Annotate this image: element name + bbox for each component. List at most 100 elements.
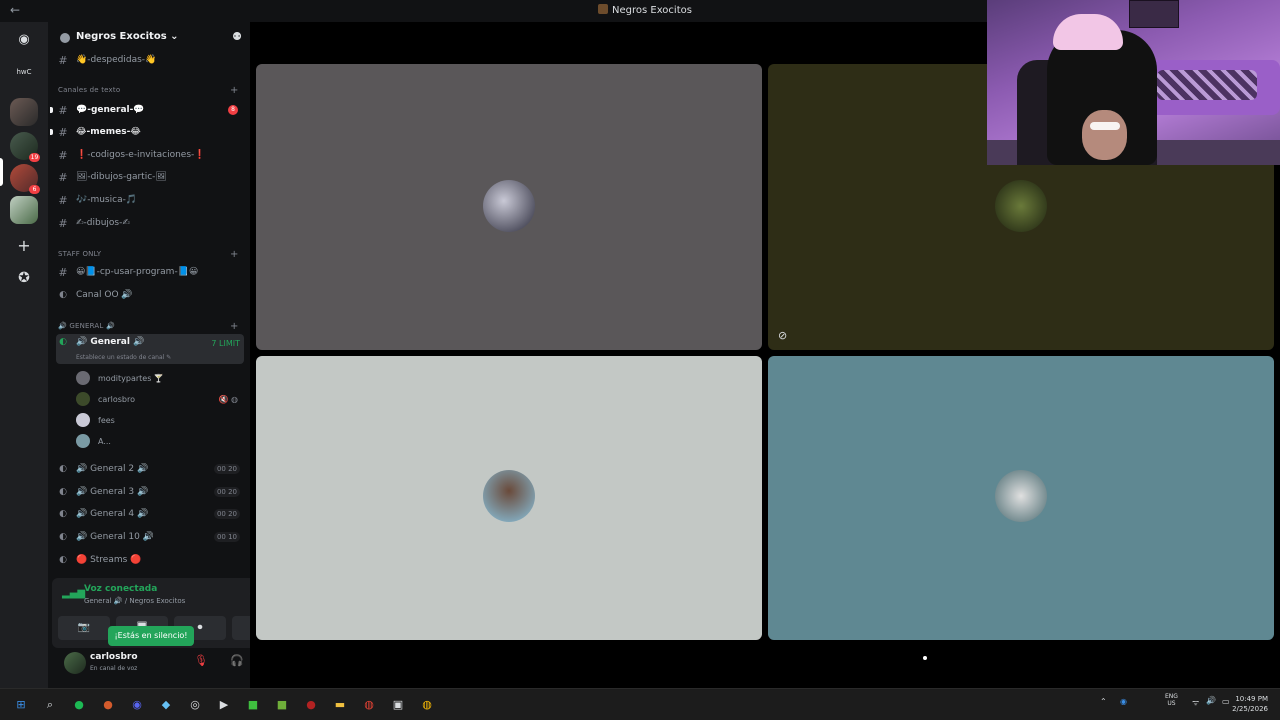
- add-channel-icon[interactable]: +: [230, 85, 239, 96]
- guild-header[interactable]: Negros Exocitos ⌄ ⚉: [48, 28, 250, 48]
- steam-icon[interactable]: ◆: [157, 696, 175, 714]
- discord-icon[interactable]: ◉: [128, 696, 146, 714]
- app-orange-icon[interactable]: ●: [99, 696, 117, 714]
- user-limit-badge: 00 10: [213, 532, 240, 542]
- category-text-channels[interactable]: Canales de texto +: [58, 85, 238, 96]
- explore-servers-icon[interactable]: ✪: [10, 264, 38, 292]
- channel-cp-usar-program[interactable]: # 😀📘-cp-usar-program-📘😀: [56, 262, 244, 282]
- tray-app-icon[interactable]: ◉: [1120, 697, 1127, 706]
- headset-deafened-icon[interactable]: 🎧: [230, 654, 244, 667]
- battery-icon[interactable]: ▭: [1222, 697, 1230, 706]
- user-avatar[interactable]: [64, 652, 86, 674]
- voice-connected-title: Voz conectada: [84, 584, 158, 594]
- volume-icon[interactable]: 🔊: [1206, 696, 1216, 705]
- speaker-icon: ◐: [59, 532, 67, 542]
- spotify-icon[interactable]: ●: [70, 696, 88, 714]
- channel-label: 💬-general-💬: [76, 105, 145, 115]
- category-label: Canales de texto: [58, 86, 121, 94]
- server-avatar-4[interactable]: [10, 196, 38, 224]
- category-staff-only[interactable]: STAFF ONLY +: [58, 249, 238, 260]
- channel-despedidas[interactable]: # 👋-despedidas-👋: [56, 50, 244, 70]
- media-icon[interactable]: ▶: [215, 696, 233, 714]
- channel-codigos[interactable]: # ❗-codigos-e-invitaciones-❗: [56, 145, 244, 165]
- wifi-icon[interactable]: ᯤ: [1192, 697, 1199, 708]
- minecraft-icon[interactable]: ■: [273, 696, 291, 714]
- invite-people-icon[interactable]: ⚉: [232, 30, 242, 43]
- channel-label: 🔊 General 10 🔊: [76, 532, 154, 542]
- voice-user[interactable]: carlosbro 🔇 ◍: [76, 389, 244, 409]
- hash-icon: #: [58, 53, 68, 67]
- voice-user[interactable]: moditypartes 🍸: [76, 368, 244, 388]
- clock-date: 2/25/2026: [1232, 705, 1268, 713]
- chrome-2-icon[interactable]: ◍: [418, 696, 436, 714]
- add-channel-icon[interactable]: +: [230, 321, 239, 332]
- terminal-icon[interactable]: ▣: [389, 696, 407, 714]
- tray-overflow-icon[interactable]: ⌃: [1100, 697, 1107, 706]
- search-icon[interactable]: ⌕: [41, 696, 59, 714]
- server-avatar-1[interactable]: [10, 98, 38, 126]
- clock[interactable]: 10:49 PM 2/25/2026: [1232, 694, 1268, 714]
- channel-label: 😀📘-cp-usar-program-📘😀: [76, 267, 199, 277]
- voice-user[interactable]: fees: [76, 410, 244, 430]
- participant-tile[interactable]: [256, 64, 762, 350]
- voice-user-name: fees: [98, 415, 115, 425]
- channel-general-text[interactable]: # 💬-general-💬 8: [50, 100, 244, 120]
- add-channel-icon[interactable]: +: [230, 249, 239, 260]
- voice-channel-general-2[interactable]: ◐ 🔊 General 2 🔊 00 20: [56, 459, 244, 479]
- voice-channel-general-3[interactable]: ◐ 🔊 General 3 🔊 00 20: [56, 482, 244, 502]
- selected-pill: [0, 158, 3, 186]
- voice-channel-general-10[interactable]: ◐ 🔊 General 10 🔊 00 10: [56, 527, 244, 547]
- language-indicator[interactable]: ENG US: [1165, 693, 1178, 707]
- participant-tile[interactable]: [256, 356, 762, 640]
- channel-memes[interactable]: # 😂-memes-😂: [50, 122, 244, 142]
- speaker-icon: ◐: [59, 555, 67, 565]
- avatar: [76, 434, 90, 448]
- channel-label: 🎶-musica-🎵: [76, 195, 138, 205]
- red-app-icon[interactable]: ●: [302, 696, 320, 714]
- green-app-icon[interactable]: ■: [244, 696, 262, 714]
- channel-label: 👋-despedidas-👋: [76, 55, 157, 65]
- user-name[interactable]: carlosbro: [90, 652, 138, 662]
- voice-connected-subtitle[interactable]: General 🔊 / Negros Exocitos: [84, 597, 185, 605]
- server-avatar-3[interactable]: 6: [10, 164, 40, 194]
- voice-channel-canal-oo[interactable]: ◐ Canal OO 🔊: [56, 285, 244, 305]
- muted-deafened-icon: 🔇 ◍: [218, 394, 238, 404]
- hash-icon: #: [58, 216, 68, 230]
- channel-musica[interactable]: # 🎶-musica-🎵: [56, 190, 244, 210]
- guild-name[interactable]: Negros Exocitos ⌄: [76, 31, 179, 42]
- channel-label: 🔊 General 2 🔊: [76, 464, 149, 474]
- voice-channel-general-4[interactable]: ◐ 🔊 General 4 🔊 00 20: [56, 504, 244, 524]
- channel-status-prompt[interactable]: Establece un estado de canal ✎: [76, 354, 171, 361]
- server-avatar-2[interactable]: 19: [10, 132, 40, 162]
- channel-label: ✍-dibujos-✍: [76, 218, 130, 228]
- resize-handle[interactable]: [923, 656, 927, 660]
- shortcut-label[interactable]: hwC: [10, 58, 38, 86]
- channel-dibujos-gartic[interactable]: # 🖼-dibujos-gartic-🖼: [56, 167, 244, 187]
- voice-channel-streams[interactable]: ◐ 🔴 Streams 🔴: [56, 550, 244, 570]
- channel-dibujos[interactable]: # ✍-dibujos-✍: [56, 213, 244, 233]
- blanket: [1157, 70, 1257, 100]
- chrome-icon[interactable]: ◍: [360, 696, 378, 714]
- speaker-icon: ◐: [59, 290, 67, 300]
- participant-tile[interactable]: [768, 356, 1274, 640]
- channel-label: 🔊 General 4 🔊: [76, 509, 149, 519]
- discord-home-icon[interactable]: ◉: [10, 26, 38, 54]
- mic-muted-icon[interactable]: 🎙: [194, 654, 208, 667]
- window-title-text: Negros Exocitos: [612, 5, 692, 16]
- add-server-icon[interactable]: +: [10, 232, 38, 260]
- participant-avatar: [483, 470, 535, 522]
- participant-avatar: [995, 180, 1047, 232]
- speaker-icon: ◐: [59, 509, 67, 519]
- voice-user[interactable]: A...: [76, 431, 244, 451]
- windows-start-icon[interactable]: ⊞: [12, 696, 30, 714]
- voice-user-name: carlosbro: [98, 394, 135, 404]
- signal-icon[interactable]: ▂▄▆: [62, 588, 85, 599]
- category-general[interactable]: 🔊 GENERAL 🔊 +: [58, 321, 238, 332]
- back-arrow-icon[interactable]: ←: [10, 3, 20, 17]
- headset: [1053, 14, 1123, 50]
- wall-poster: [1129, 0, 1179, 28]
- camera-button[interactable]: 📷: [58, 616, 110, 640]
- hash-icon: #: [58, 103, 68, 117]
- chrome-alt-icon[interactable]: ◎: [186, 696, 204, 714]
- folder-icon[interactable]: ▬: [331, 696, 349, 714]
